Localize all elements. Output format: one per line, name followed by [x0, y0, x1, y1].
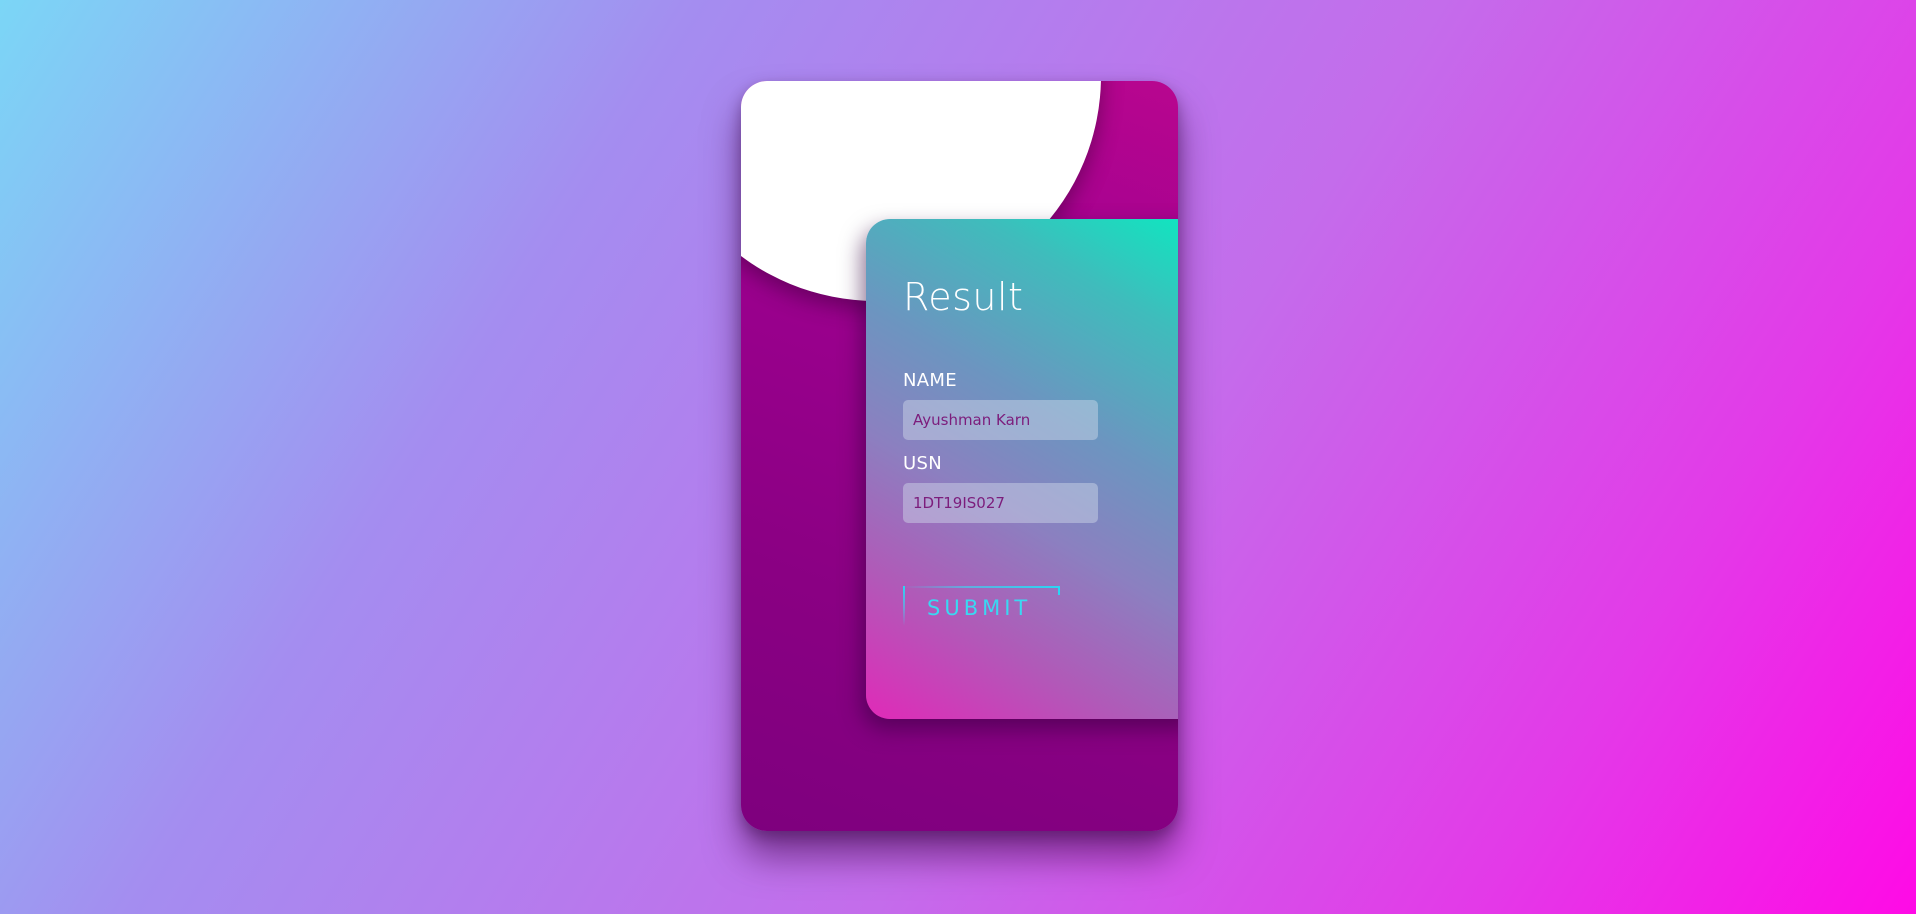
name-label: NAME [903, 370, 957, 391]
usn-label: USN [903, 453, 942, 474]
submit-border-top [903, 586, 1060, 588]
submit-button[interactable]: SUBMIT [903, 586, 1063, 626]
name-field[interactable] [903, 400, 1098, 440]
submit-border-corner [1058, 586, 1060, 595]
result-form-panel: Result NAME USN SUBMIT [866, 219, 1178, 719]
page-title: Result [903, 275, 1024, 319]
result-card: Result NAME USN SUBMIT [741, 81, 1178, 831]
submit-border-left [903, 586, 905, 626]
usn-field[interactable] [903, 483, 1098, 523]
submit-label: SUBMIT [927, 596, 1032, 620]
